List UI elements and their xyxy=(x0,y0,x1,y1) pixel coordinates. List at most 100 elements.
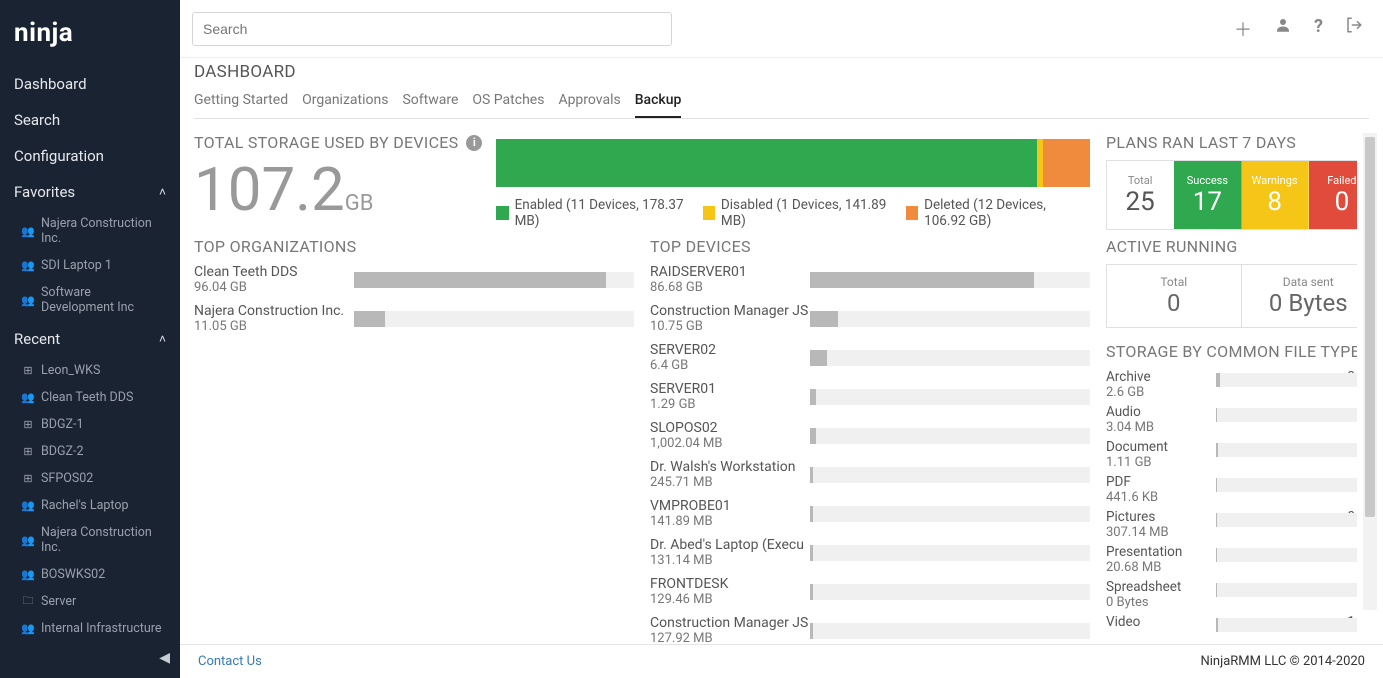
recent-label: SFPOS02 xyxy=(41,471,93,486)
nav-item-search[interactable]: Search xyxy=(0,102,180,138)
bar-fill xyxy=(810,428,816,444)
page-head: DASHBOARD Getting Started Organizations So… xyxy=(180,58,1383,119)
tab-getting-started[interactable]: Getting Started xyxy=(194,86,288,118)
storage-segment-green xyxy=(496,139,1036,187)
recent-item[interactable]: 👥Internal Infrastructure xyxy=(0,615,180,642)
scrollbar[interactable] xyxy=(1363,133,1377,610)
plans-heading: PLANS RAN LAST 7 DAYS xyxy=(1106,133,1357,152)
filetype-row[interactable]: Audio0%3.04 MB xyxy=(1106,404,1357,435)
bar-fill xyxy=(810,467,813,483)
tab-os-patches[interactable]: OS Patches xyxy=(472,86,544,118)
bar-fill xyxy=(354,311,385,327)
info-icon[interactable]: i xyxy=(466,135,482,151)
bar-track xyxy=(354,311,634,327)
list-item[interactable]: Clean Teeth DDS96.04 GB xyxy=(194,264,634,295)
recent-item[interactable]: 🗀Server xyxy=(0,588,180,615)
plan-cell-total[interactable]: Total25 xyxy=(1107,161,1174,229)
filetype-row[interactable]: Pictures0.3%307.14 MB xyxy=(1106,509,1357,540)
recent-item[interactable]: ⊞ BDGZ-1 xyxy=(0,411,180,438)
favorite-item[interactable]: 👥 Software Development Inc xyxy=(0,279,180,321)
sidebar: ninja DashboardSearchConfiguration Favor… xyxy=(0,0,180,678)
list-item[interactable]: Dr. Walsh's Workstation245.71 MB xyxy=(650,459,1090,490)
list-item[interactable]: Construction Manager JS127.92 MB xyxy=(650,615,1090,644)
win-icon: ⊞ xyxy=(22,419,34,431)
plan-cell-warnings[interactable]: Warnings8 xyxy=(1242,161,1309,229)
list-item[interactable]: Najera Construction Inc.11.05 GB xyxy=(194,303,634,334)
help-icon[interactable]: ? xyxy=(1314,16,1323,42)
list-item[interactable]: Dr. Abed's Laptop (Execu131.14 MB xyxy=(650,537,1090,568)
favorite-item[interactable]: 👥SDI Laptop 1 xyxy=(0,252,180,279)
recent-item[interactable]: ⊞BDGZ-2 xyxy=(0,438,180,465)
filetype-row[interactable]: PDF0%441.6 KB xyxy=(1106,474,1357,505)
contact-link[interactable]: Contact Us xyxy=(198,654,262,669)
plan-cell-failed[interactable]: Failed0 xyxy=(1309,161,1357,229)
chevron-up-icon: ˄ xyxy=(159,185,166,199)
list-item[interactable]: RAIDSERVER0186.68 GB xyxy=(650,264,1090,295)
nav-item-configuration[interactable]: Configuration xyxy=(0,138,180,174)
sidebar-section-favorites[interactable]: Favorites ˄ xyxy=(0,174,180,210)
legend-swatch-green xyxy=(496,206,508,220)
bar-fill xyxy=(810,623,813,639)
collapse-sidebar-icon[interactable]: ◀ xyxy=(159,650,170,666)
recent-label: Leon_WKS xyxy=(41,363,100,378)
recent-item[interactable]: 👥Najera Construction Inc. xyxy=(0,519,180,561)
list-item[interactable]: SERVER011.29 GB xyxy=(650,381,1090,412)
active-row: Total 0 Data sent 0 Bytes xyxy=(1106,264,1357,328)
favorite-label: Software Development Inc xyxy=(41,285,166,315)
group-icon: 👥 xyxy=(22,623,34,635)
recent-item[interactable]: 👥Rachel's Laptop xyxy=(0,492,180,519)
bar-track xyxy=(810,584,1090,600)
list-item[interactable]: VMPROBE01141.89 MB xyxy=(650,498,1090,529)
win-icon: ⊞ xyxy=(22,365,34,377)
bar-fill xyxy=(354,272,606,288)
win-icon: ⊞ xyxy=(22,446,34,458)
filetype-bar xyxy=(1216,478,1357,492)
filetype-row[interactable]: Archive2.4%2.6 GB xyxy=(1106,369,1357,400)
add-icon[interactable]: ＋ xyxy=(1234,16,1252,42)
recent-item[interactable]: ⊞ Leon_WKS xyxy=(0,357,180,384)
list-item[interactable]: FRONTDESK129.46 MB xyxy=(650,576,1090,607)
bar-track xyxy=(810,389,1090,405)
topbar: ＋ ? xyxy=(180,0,1383,58)
recent-item[interactable]: 👥BOSWKS02 xyxy=(0,561,180,588)
group-icon: 👥 xyxy=(22,294,34,306)
list-item[interactable]: SERVER026.4 GB xyxy=(650,342,1090,373)
recent-item[interactable]: ⊞SFPOS02 xyxy=(0,465,180,492)
recent-label: BDGZ-1 xyxy=(41,417,83,432)
bar-track xyxy=(810,350,1090,366)
filetype-bar xyxy=(1216,548,1357,562)
filetypes-heading: STORAGE BY COMMON FILE TYPES xyxy=(1106,342,1357,361)
logout-icon[interactable] xyxy=(1345,16,1363,42)
filetype-bar xyxy=(1216,443,1357,457)
active-total-label: Total xyxy=(1111,275,1237,289)
recent-label: Server xyxy=(41,594,76,609)
tab-organizations[interactable]: Organizations xyxy=(302,86,388,118)
bar-track xyxy=(354,272,634,288)
tab-backup[interactable]: Backup xyxy=(635,86,682,118)
recent-label: BOSWKS02 xyxy=(41,567,105,582)
favorite-item[interactable]: 👥Najera Construction Inc. xyxy=(0,210,180,252)
tab-approvals[interactable]: Approvals xyxy=(558,86,620,118)
logo: ninja xyxy=(0,0,180,66)
filetype-row[interactable]: Video1.2% xyxy=(1106,614,1357,630)
user-icon[interactable] xyxy=(1274,16,1292,42)
search-input[interactable] xyxy=(192,12,672,46)
plans-row: Total25Success17Warnings8Failed0 xyxy=(1106,160,1357,230)
tab-software[interactable]: Software xyxy=(402,86,458,118)
active-sent-value: 0 Bytes xyxy=(1246,289,1358,317)
list-item[interactable]: Construction Manager JS10.75 GB xyxy=(650,303,1090,334)
filetype-row[interactable]: Presentation0%20.68 MB xyxy=(1106,544,1357,575)
bar-track xyxy=(810,506,1090,522)
recent-item[interactable]: 👥Clean Teeth DDS xyxy=(0,384,180,411)
storage-segment-orange xyxy=(1043,139,1090,187)
bar-track xyxy=(810,428,1090,444)
filetype-row[interactable]: Document1%1.11 GB xyxy=(1106,439,1357,470)
page-title: DASHBOARD xyxy=(194,62,1369,82)
list-item[interactable]: SLOPOS021,002.04 MB xyxy=(650,420,1090,451)
sidebar-section-recent[interactable]: Recent ˄ xyxy=(0,321,180,357)
group-icon: 👥 xyxy=(22,534,34,546)
group-icon: 👥 xyxy=(22,260,34,272)
plan-cell-success[interactable]: Success17 xyxy=(1174,161,1241,229)
filetype-row[interactable]: Spreadsheet0%0 Bytes xyxy=(1106,579,1357,610)
nav-item-dashboard[interactable]: Dashboard xyxy=(0,66,180,102)
